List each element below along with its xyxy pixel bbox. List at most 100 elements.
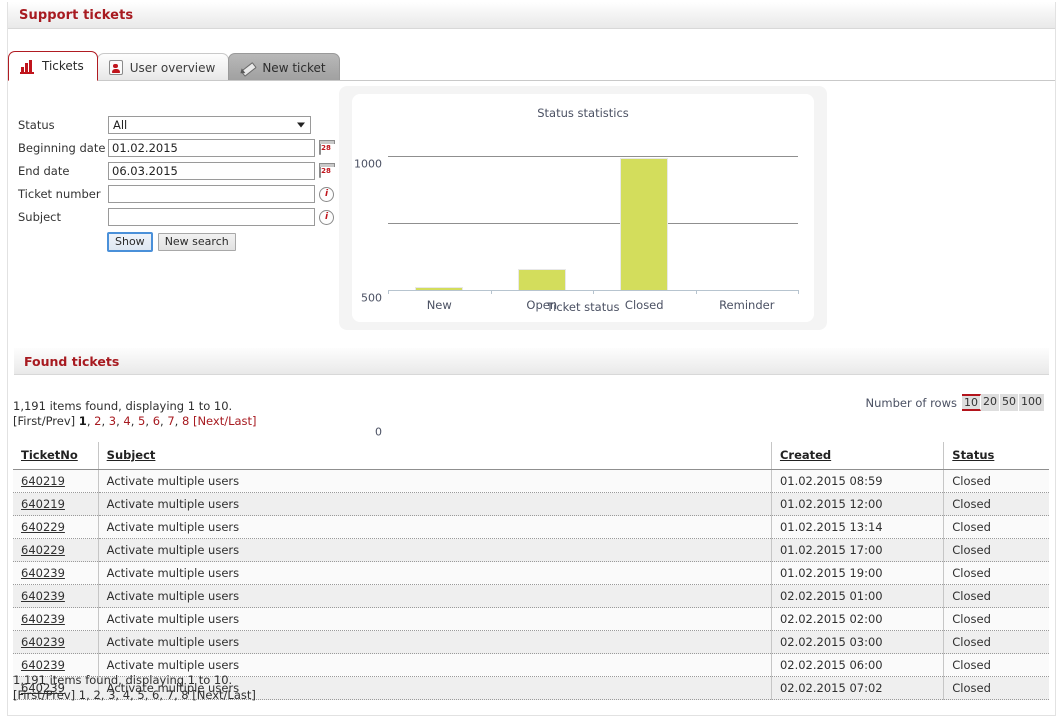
ticket-number-link[interactable]: 640219 [21,497,65,511]
status-label: Status [18,118,108,132]
search-form: Status All Beginning date 28 End date 28… [18,114,338,251]
found-tickets-header: Found tickets [14,348,1049,375]
pager-page-1: 1 [79,414,87,428]
pager-page-2[interactable]: 2 [93,688,100,702]
column-header-subject-label: Subject [107,448,156,462]
ticket-number-info-icon[interactable]: i [319,187,334,202]
column-header-created[interactable]: Created [771,442,943,470]
pager-page-5[interactable]: 5 [137,688,144,702]
ticket-number-link[interactable]: 640229 [21,543,65,557]
cell-status: Closed [944,516,1049,539]
pager-separator: , [145,414,152,428]
results-summary-bottom: 1,191 items found, displaying 1 to 10. [… [13,673,256,703]
end-date-input[interactable] [108,162,315,180]
cell-subject: Activate multiple users [98,493,771,516]
cell-created: 01.02.2015 17:00 [771,539,943,562]
table-row: 640229Activate multiple users01.02.2015 … [13,516,1049,539]
status-row: Status All [18,114,338,136]
ticket-number-link[interactable]: 640229 [21,520,65,534]
column-header-ticketno[interactable]: TicketNo [13,442,98,470]
cell-created: 02.02.2015 02:00 [771,608,943,631]
cell-ticketno: 640239 [13,562,98,585]
pager-page-7[interactable]: 7 [167,688,174,702]
pager-page-4[interactable]: 4 [123,688,130,702]
cell-status: Closed [944,631,1049,654]
subject-info-icon[interactable]: i [319,210,334,225]
rows-per-page-label: Number of rows [865,396,957,410]
chart-plot-area: 05001000NewOpenClosedReminder [388,148,798,290]
chart-title: Status statistics [352,106,814,120]
ticket-number-link[interactable]: 640239 [21,589,65,603]
cell-status: Closed [944,585,1049,608]
ticket-number-link[interactable]: 640239 [21,566,65,580]
ticket-number-row: Ticket number i [18,183,338,205]
end-date-calendar-icon[interactable]: 28 [319,164,334,179]
pager-first-prev: [First/Prev] [13,414,79,428]
tickets-table-head: TicketNo Subject Created Status [13,442,1049,470]
ticket-number-link[interactable]: 640239 [21,612,65,626]
pencil-icon [240,60,255,75]
pager-page-7[interactable]: 7 [167,414,174,428]
rows-option-100[interactable]: 100 [1019,394,1045,411]
page-header: Support tickets [7,2,1056,29]
cell-created: 01.02.2015 13:14 [771,516,943,539]
cell-created: 02.02.2015 06:00 [771,654,943,677]
cell-ticketno: 640239 [13,608,98,631]
status-select-value: All [113,118,127,132]
tab-tickets[interactable]: Tickets [8,51,98,81]
chart-bar [518,269,566,290]
ticket-number-link[interactable]: 640239 [21,658,65,672]
tab-new-ticket[interactable]: New ticket [228,53,339,81]
bar-chart-icon [20,59,35,74]
cell-ticketno: 640229 [13,516,98,539]
beginning-date-calendar-icon[interactable]: 28 [319,141,334,156]
beginning-date-input[interactable] [108,139,315,157]
form-buttons: Show New search [18,233,338,251]
rows-option-10[interactable]: 10 [962,394,981,411]
ticket-number-link[interactable]: 640239 [21,635,65,649]
rows-option-20[interactable]: 20 [981,394,1000,411]
calendar-icon-day: 28 [320,144,332,153]
info-icon-glyph: i [319,210,334,225]
page-title: Support tickets [7,8,133,23]
cell-ticketno: 640239 [13,585,98,608]
pager-page-4[interactable]: 4 [123,414,130,428]
new-search-button[interactable]: New search [158,233,236,251]
pager-next-last[interactable]: [Next/Last] [193,414,257,428]
rows-option-50[interactable]: 50 [1000,394,1019,411]
beginning-date-label: Beginning date [18,141,108,155]
subject-input[interactable] [108,208,315,226]
pager-page-6[interactable]: 6 [153,414,160,428]
end-date-label: End date [18,164,108,178]
column-header-status-label: Status [952,448,994,462]
tab-user-overview-label: User overview [130,61,216,75]
pager-page-3[interactable]: 3 [109,414,116,428]
table-row: 640239Activate multiple users02.02.2015 … [13,631,1049,654]
calendar-icon-day: 28 [320,167,332,176]
subject-label: Subject [18,210,108,224]
pager-next-last[interactable]: [Next/Last] [192,688,256,702]
cell-created: 02.02.2015 03:00 [771,631,943,654]
table-row: 640239 Activate multiple users02.02.2015 … [13,608,1049,631]
cell-subject: Activate multiple users [98,608,771,631]
cell-ticketno: 640229 [13,539,98,562]
pager-separator: , [101,414,108,428]
ticket-number-input[interactable] [108,185,315,203]
tab-user-overview[interactable]: User overview [97,53,230,81]
tab-tickets-label: Tickets [42,59,84,73]
status-select[interactable]: All [108,116,311,134]
ticket-number-label: Ticket number [18,187,108,201]
column-header-status[interactable]: Status [944,442,1049,470]
ticket-number-link[interactable]: 640219 [21,474,65,488]
pager-page-8[interactable]: 8 [181,688,188,702]
column-header-subject[interactable]: Subject [98,442,771,470]
table-row: 640219Activate multiple users01.02.2015 … [13,470,1049,493]
tickets-table-body: 640219Activate multiple users01.02.2015 … [13,470,1049,700]
pager-bottom: [First/Prev] 1, 2, 3, 4, 5, 6, 7, 8 [Nex… [13,688,256,703]
cell-status: Closed [944,539,1049,562]
app-page: Support tickets Tickets User overview Ne… [0,0,1061,719]
rows-per-page-control: Number of rows 102050100 [865,394,1045,411]
chart-ytick-label: 0 [375,426,382,439]
show-button[interactable]: Show [108,233,152,251]
cell-status: Closed [944,608,1049,631]
